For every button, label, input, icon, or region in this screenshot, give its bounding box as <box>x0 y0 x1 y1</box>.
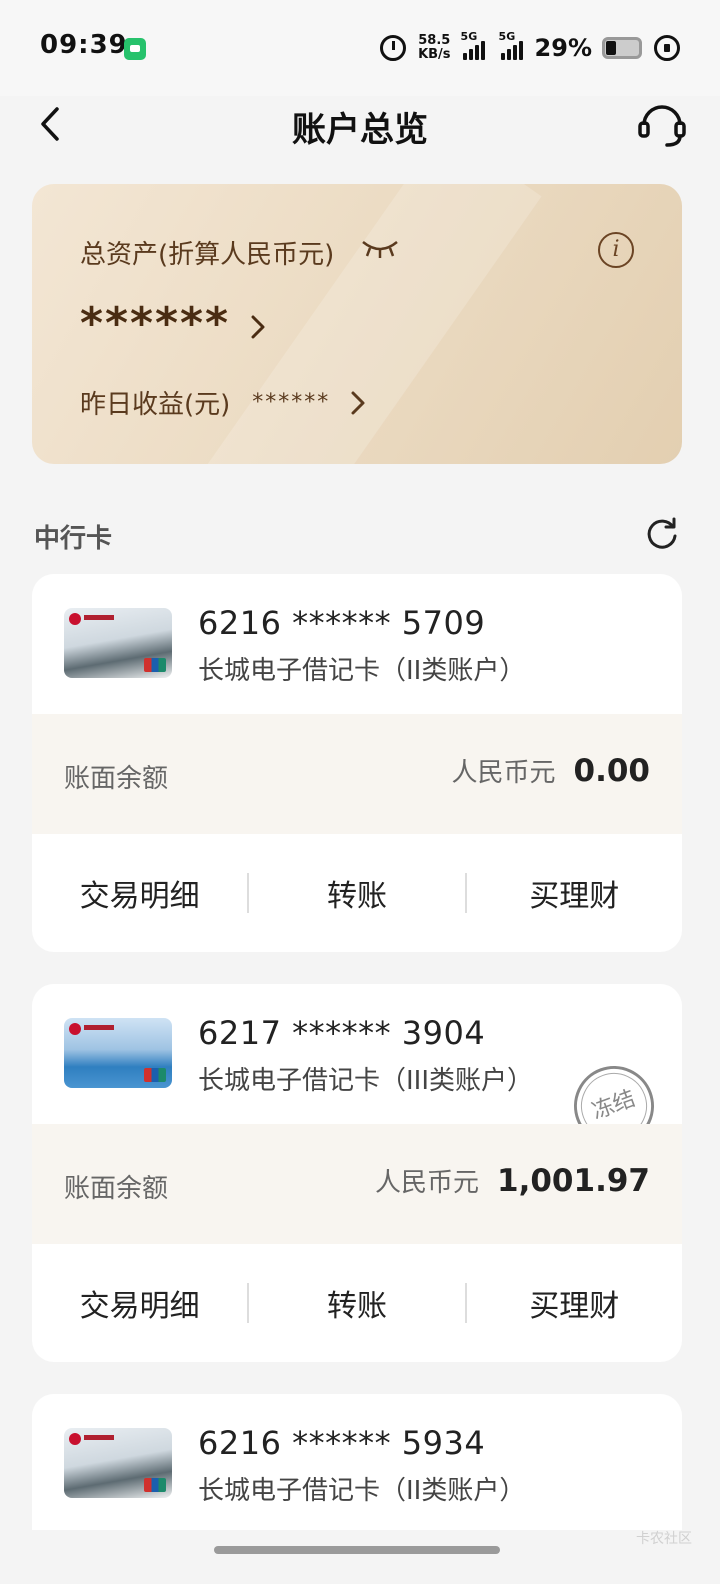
section-title-boc-cards: 中行卡 <box>34 524 113 554</box>
account-type: 长城电子借记卡（II类账户） <box>198 1476 526 1506</box>
currency-label: 人民币元 <box>375 1168 480 1198</box>
chevron-right-icon <box>350 390 366 420</box>
balance-row: 账面余额 人民币元 0.00 <box>32 714 682 834</box>
transaction-details-button[interactable]: 交易明细 <box>32 1281 247 1325</box>
charging-icon <box>654 35 680 61</box>
yesterday-yield-value: ****** <box>252 390 331 415</box>
buy-wealth-button[interactable]: 买理财 <box>467 871 682 915</box>
chat-app-icon <box>124 38 146 60</box>
watermark: 卡农社区 <box>636 1531 692 1547</box>
refresh-icon <box>647 517 677 549</box>
signal-label: 5G <box>498 30 516 43</box>
battery-percent: 29% <box>534 34 592 62</box>
status-bar: 09:39 58.5 KB/s 5G 5G 29% <box>0 0 720 96</box>
network-speed-unit: KB/s <box>418 47 451 62</box>
account-card[interactable]: 6216 ****** 5709 长城电子借记卡（II类账户） 账面余额 人民币… <box>32 574 682 952</box>
network-speed-value: 58.5 <box>418 33 451 48</box>
balance-label: 账面余额 <box>64 764 169 794</box>
nav-header: 账户总览 <box>0 96 720 156</box>
status-time: 09:39 <box>40 30 128 60</box>
signal-icon: 5G <box>499 30 523 60</box>
page-title: 账户总览 <box>292 110 428 150</box>
signal-icon: 5G <box>461 30 485 60</box>
debit-card-image <box>64 608 172 678</box>
battery-icon <box>602 37 642 59</box>
home-indicator[interactable] <box>214 1546 500 1554</box>
headset-icon <box>638 105 686 147</box>
account-number: 6217 ****** 3904 <box>198 1014 486 1052</box>
account-header[interactable]: 6217 ****** 3904 长城电子借记卡（III类账户） 冻结 <box>32 984 682 1158</box>
account-number: 6216 ****** 5934 <box>198 1424 486 1462</box>
debit-card-image <box>64 1018 172 1088</box>
signal-label: 5G <box>460 30 478 43</box>
account-type: 长城电子借记卡（II类账户） <box>198 656 526 686</box>
transaction-details-button[interactable]: 交易明细 <box>32 871 247 915</box>
balance-label: 账面余额 <box>64 1174 169 1204</box>
yesterday-yield-label: 昨日收益(元) <box>80 390 231 420</box>
chevron-right-icon[interactable] <box>250 314 266 344</box>
balance-row: 账面余额 人民币元 1,001.97 <box>32 1124 682 1244</box>
transfer-button[interactable]: 转账 <box>249 1281 464 1325</box>
transfer-button[interactable]: 转账 <box>249 871 464 915</box>
account-card[interactable]: 6217 ****** 3904 长城电子借记卡（III类账户） 冻结 账面余额… <box>32 984 682 1362</box>
total-assets-card: 总资产(折算人民币元) i ****** 昨日收益(元) ****** <box>32 184 682 464</box>
status-indicators: 58.5 KB/s 5G 5G 29% <box>380 30 680 66</box>
account-header[interactable]: 6216 ****** 5709 长城电子借记卡（II类账户） <box>32 574 682 714</box>
customer-service-button[interactable] <box>634 96 690 152</box>
refresh-button[interactable] <box>644 516 680 552</box>
yesterday-yield-row[interactable]: 昨日收益(元) ****** <box>80 384 366 421</box>
total-assets-label: 总资产(折算人民币元) <box>80 240 335 270</box>
balance-amount: 0.00 <box>573 753 651 789</box>
buy-wealth-button[interactable]: 买理财 <box>467 1281 682 1325</box>
debit-card-image <box>64 1428 172 1498</box>
account-actions: 交易明细 转账 买理财 <box>32 1244 682 1362</box>
account-number: 6216 ****** 5709 <box>198 604 486 642</box>
account-card[interactable]: 6216 ****** 5934 长城电子借记卡（II类账户） <box>32 1394 682 1530</box>
balance-amount: 1,001.97 <box>497 1163 650 1199</box>
network-speed: 58.5 KB/s <box>418 34 450 62</box>
account-header[interactable]: 6216 ****** 5934 长城电子借记卡（II类账户） <box>32 1394 682 1530</box>
currency-label: 人民币元 <box>451 758 556 788</box>
account-actions: 交易明细 转账 买理财 <box>32 834 682 952</box>
info-icon[interactable]: i <box>598 232 634 268</box>
total-assets-value[interactable]: ****** <box>80 298 230 349</box>
alarm-icon <box>380 35 407 61</box>
eye-closed-icon[interactable] <box>360 238 400 264</box>
account-type: 长城电子借记卡（III类账户） <box>198 1066 534 1096</box>
